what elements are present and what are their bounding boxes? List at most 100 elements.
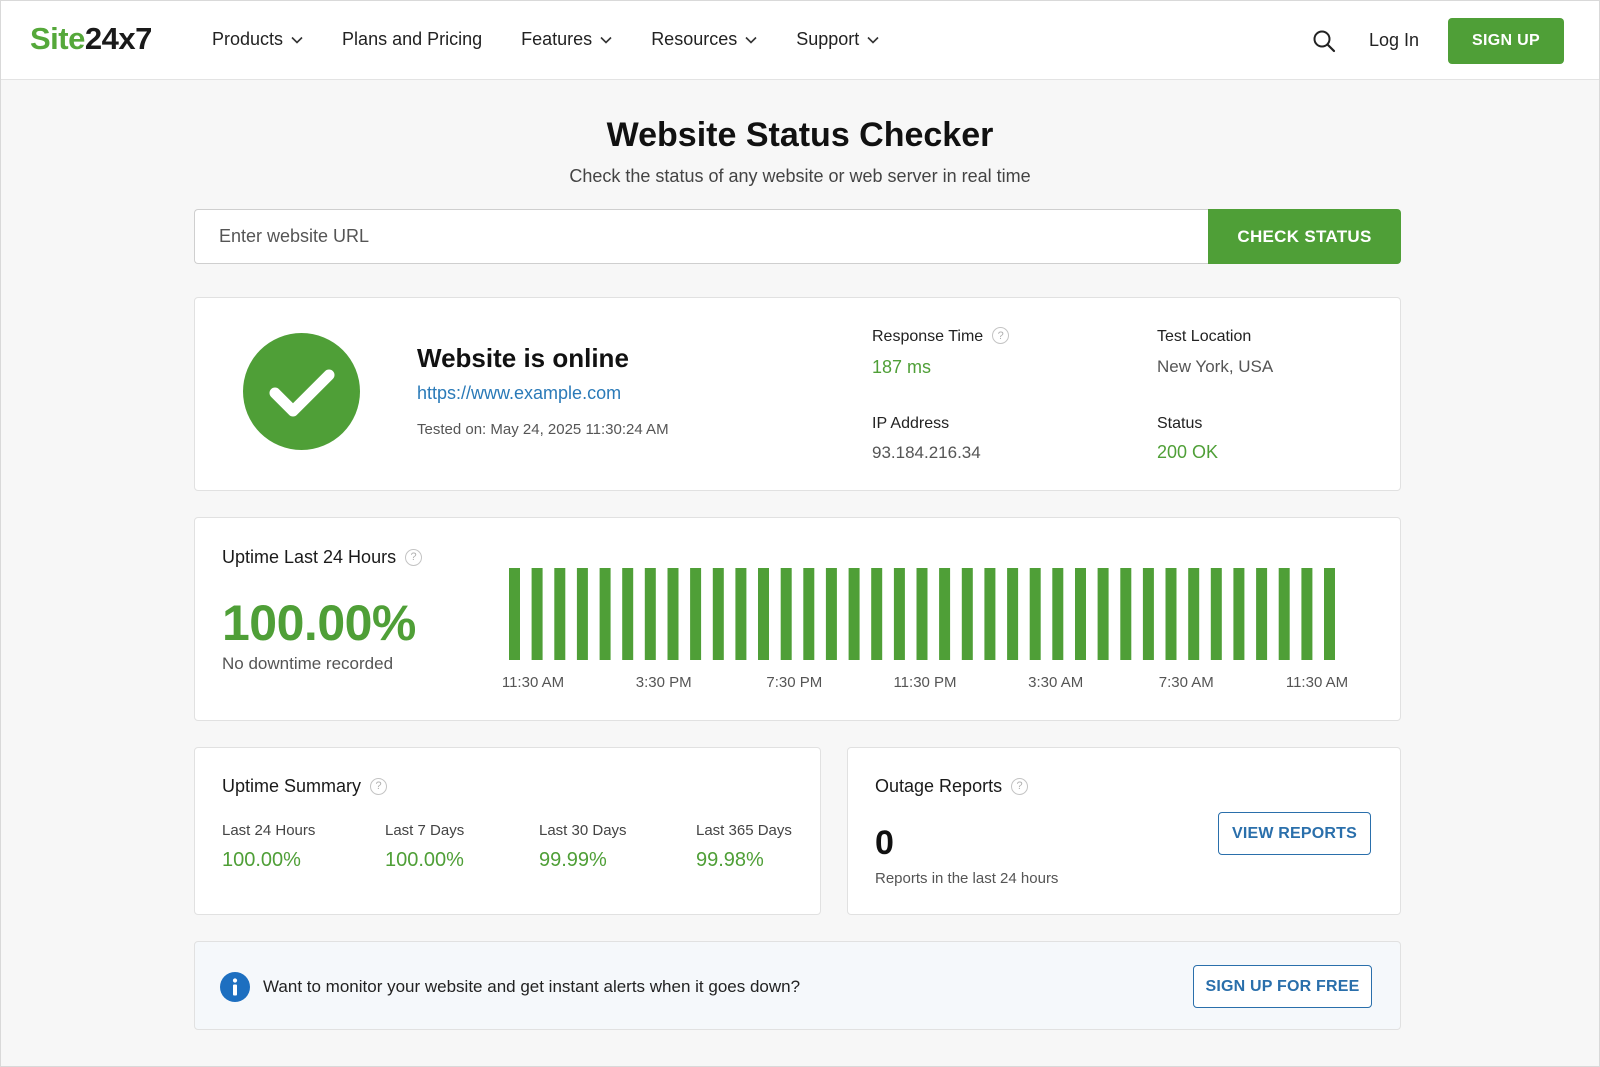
summary-period-365d: Last 365 Days 99.98% — [696, 822, 792, 872]
uptime-bar[interactable] — [1188, 568, 1200, 660]
nav-item-features[interactable]: Features — [521, 29, 612, 50]
test-location-label: Test Location — [1157, 328, 1252, 345]
website-url-input[interactable] — [194, 209, 1208, 264]
uptime-bar[interactable] — [916, 568, 928, 660]
chevron-down-icon — [745, 36, 757, 44]
http-status-label: Status — [1157, 415, 1203, 432]
outage-reports-title-text: Outage Reports — [875, 776, 1003, 796]
uptime-24h-title-text: Uptime Last 24 Hours — [222, 547, 397, 567]
time-axis-label: 3:30 AM — [1028, 674, 1083, 691]
tested-url-link[interactable]: https://www.example.com — [417, 383, 621, 404]
help-icon[interactable]: ? — [1011, 777, 1029, 795]
uptime-bar[interactable] — [1142, 568, 1154, 660]
test-location-value: New York, USA — [1157, 357, 1274, 376]
signup-button[interactable]: SIGN UP — [1448, 18, 1564, 64]
site24x7-logo[interactable]: Site24x7 — [30, 21, 152, 57]
summary-period-label: Last 30 Days — [539, 822, 627, 839]
time-axis-label: 7:30 AM — [1159, 674, 1214, 691]
uptime-bar[interactable] — [758, 568, 769, 660]
nav-item-resources[interactable]: Resources — [651, 29, 757, 50]
nav-item-label: Resources — [651, 29, 738, 49]
uptime-bar[interactable] — [690, 568, 702, 660]
uptime-bar[interactable] — [1256, 568, 1268, 660]
url-check-form: CHECK STATUS — [194, 209, 1401, 264]
uptime-bar[interactable] — [803, 568, 815, 660]
outage-reports-card: Outage Reports? 0 Reports in the last 24… — [847, 747, 1401, 915]
uptime-bar[interactable] — [825, 568, 837, 660]
uptime-bar[interactable] — [1052, 568, 1064, 660]
uptime-bar[interactable] — [667, 568, 679, 660]
uptime-bar[interactable] — [622, 568, 634, 660]
outage-note: Reports in the last 24 hours — [875, 870, 1059, 887]
chevron-down-icon — [291, 36, 303, 44]
uptime-bar[interactable] — [939, 568, 951, 660]
help-icon[interactable]: ? — [405, 548, 423, 566]
uptime-24h-card: Uptime Last 24 Hours? 100.00% No downtim… — [194, 517, 1401, 721]
nav-item-label: Products — [212, 29, 284, 49]
view-reports-button[interactable]: VIEW REPORTS — [1218, 812, 1371, 855]
uptime-bar[interactable] — [848, 568, 860, 660]
uptime-24h-percentage: 100.00% — [222, 595, 416, 651]
uptime-bar[interactable] — [599, 568, 611, 660]
uptime-bar[interactable] — [1278, 568, 1290, 660]
uptime-bar-chart: 11:30 AM 3:30 PM 7:30 PM 11:30 PM 3:30 AM 7:3… — [502, 568, 1348, 691]
help-icon[interactable]: ? — [370, 777, 388, 795]
summary-period-30d: Last 30 Days 99.99% — [539, 822, 627, 872]
uptime-bar[interactable] — [1120, 568, 1132, 660]
uptime-bar[interactable] — [576, 568, 588, 660]
uptime-bar[interactable] — [1324, 568, 1335, 660]
summary-period-value: 100.00% — [222, 849, 301, 871]
logo-text-24x7: 24x7 — [84, 21, 152, 56]
uptime-bar[interactable] — [712, 568, 724, 660]
signup-for-free-button[interactable]: SIGN UP FOR FREE — [1193, 965, 1372, 1008]
outage-reports-title: Outage Reports? — [875, 776, 1029, 797]
uptime-bar[interactable] — [1097, 568, 1109, 660]
check-status-button[interactable]: CHECK STATUS — [1208, 209, 1401, 264]
summary-period-label: Last 24 Hours — [222, 822, 316, 839]
signup-cta-banner: Want to monitor your website and get ins… — [194, 941, 1401, 1030]
chevron-down-icon — [867, 36, 879, 44]
uptime-bar[interactable] — [531, 568, 543, 660]
tested-on-timestamp: Tested on: May 24, 2025 11:30:24 AM — [417, 421, 669, 438]
uptime-bar[interactable] — [1165, 568, 1177, 660]
nav-item-support[interactable]: Support — [796, 29, 879, 50]
uptime-bar[interactable] — [1029, 568, 1041, 660]
uptime-bar[interactable] — [1233, 568, 1245, 660]
summary-period-value: 100.00% — [385, 849, 464, 871]
uptime-bar[interactable] — [1007, 568, 1019, 660]
help-icon[interactable]: ? — [992, 327, 1010, 345]
chevron-down-icon — [600, 36, 612, 44]
time-axis-label: 11:30 AM — [502, 674, 564, 691]
uptime-bar[interactable] — [1075, 568, 1086, 660]
uptime-bar[interactable] — [554, 568, 566, 660]
uptime-bar[interactable] — [735, 568, 747, 660]
nav-item-label: Plans and Pricing — [342, 29, 483, 49]
response-time-label: Response Time? — [872, 327, 1010, 346]
logo-text-site: Site — [30, 21, 85, 56]
nav-item-products[interactable]: Products — [212, 29, 303, 50]
outage-count: 0 — [875, 824, 894, 862]
uptime-bar[interactable] — [509, 568, 520, 660]
nav-item-label: Features — [521, 29, 593, 49]
summary-period-24h: Last 24 Hours 100.00% — [222, 822, 315, 872]
uptime-bar[interactable] — [1301, 568, 1313, 660]
uptime-bar[interactable] — [1210, 568, 1222, 660]
uptime-bar[interactable] — [780, 568, 792, 660]
summary-period-label: Last 365 Days — [696, 822, 792, 839]
uptime-bar[interactable] — [893, 568, 905, 660]
uptime-bar[interactable] — [644, 568, 656, 660]
login-link[interactable]: Log In — [1369, 30, 1419, 51]
nav-item-plans-and-pricing[interactable]: Plans and Pricing — [342, 29, 482, 50]
uptime-bar[interactable] — [871, 568, 883, 660]
uptime-bar[interactable] — [984, 568, 996, 660]
summary-period-label: Last 7 Days — [385, 822, 465, 839]
time-axis-label: 11:30 PM — [893, 674, 956, 691]
search-button[interactable] — [1312, 29, 1336, 53]
info-icon — [220, 972, 250, 1002]
uptime-24h-title: Uptime Last 24 Hours? — [222, 547, 423, 568]
nav-item-label: Support — [796, 29, 860, 49]
uptime-bar[interactable] — [961, 568, 973, 660]
summary-period-7d: Last 7 Days 100.00% — [385, 822, 464, 872]
summary-period-value: 99.99% — [539, 849, 607, 871]
response-time-label-text: Response Time — [872, 328, 984, 345]
